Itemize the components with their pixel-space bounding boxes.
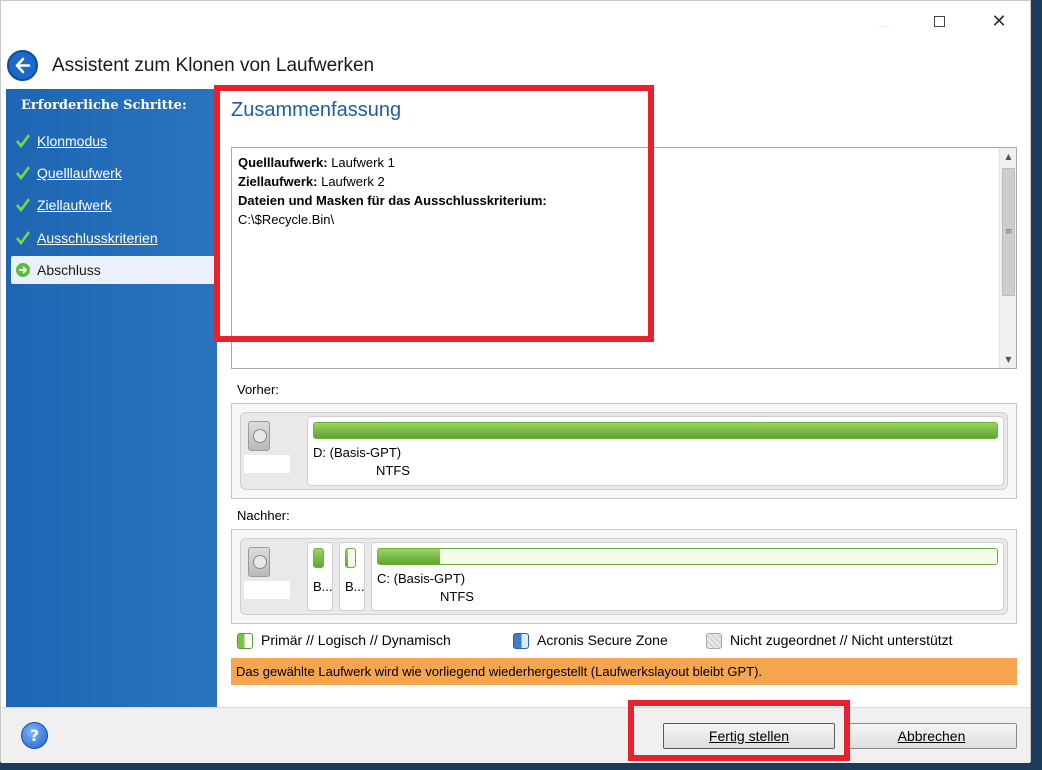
checkmark-icon xyxy=(15,166,31,181)
usage-bar xyxy=(313,422,998,439)
usage-fill xyxy=(378,549,440,564)
legend-secure-zone: Acronis Secure Zone xyxy=(537,632,668,648)
main-content: Zusammenfassung Quelllaufwerk: Laufwerk … xyxy=(217,89,1023,707)
usage-fill xyxy=(314,423,997,438)
after-disk-panel: B... B... C: (Basis-GPT) NTFS xyxy=(231,529,1017,624)
exclusions-value: C:\$Recycle.Bin\ xyxy=(238,212,335,227)
before-disk[interactable]: D: (Basis-GPT) NTFS xyxy=(240,412,1008,490)
close-button[interactable]: ✕ xyxy=(976,11,1022,35)
sidebar-item-label: Klonmodus xyxy=(37,133,108,149)
partition-label: C: (Basis-GPT) xyxy=(377,571,466,586)
usage-bar xyxy=(377,548,998,565)
after-partition-b1[interactable]: B... xyxy=(307,542,333,611)
scroll-up-icon[interactable]: ▲ xyxy=(1000,148,1017,165)
sidebar-item-ausschlusskriterien[interactable]: Ausschlusskriterien xyxy=(6,224,217,252)
help-button[interactable]: ? xyxy=(21,722,48,749)
sidebar-item-label: Ziellaufwerk xyxy=(37,197,112,213)
window-title: Assistent zum Klonen von Laufwerken xyxy=(52,55,375,76)
cancel-button[interactable]: Abbrechen xyxy=(846,723,1017,749)
source-label: Quelllaufwerk: xyxy=(238,155,328,170)
status-message: Das gewählte Laufwerk wird wie vorliegen… xyxy=(236,664,763,679)
primary-swatch-icon xyxy=(237,633,253,649)
cancel-button-label: Abbrechen xyxy=(897,728,966,744)
target-value: Laufwerk 2 xyxy=(321,174,385,189)
after-disk[interactable]: B... B... C: (Basis-GPT) NTFS xyxy=(240,538,1008,615)
back-arrow-icon xyxy=(15,57,31,74)
partition-label: B... xyxy=(345,579,365,594)
partition-label: B... xyxy=(313,579,333,594)
close-icon: ✕ xyxy=(991,11,1007,32)
grip-icon: ≡ xyxy=(1005,227,1013,237)
exclusions-label: Dateien und Masken für das Ausschlusskri… xyxy=(238,193,547,208)
current-step-arrow-icon xyxy=(16,263,30,277)
sidebar-item-ziellaufwerk[interactable]: Ziellaufwerk xyxy=(6,191,217,219)
summary-scrollbar[interactable]: ▲ ≡ ▼ xyxy=(999,148,1016,368)
scroll-thumb[interactable]: ≡ xyxy=(1002,168,1015,296)
disk-name xyxy=(244,581,290,599)
disk-name xyxy=(244,455,290,473)
legend: Primär // Logisch // Dynamisch Acronis S… xyxy=(231,627,1017,655)
checkmark-icon xyxy=(15,231,31,246)
checkmark-icon xyxy=(15,134,31,149)
footer-bar: ? Fertig stellen Abbrechen xyxy=(1,707,1030,763)
sidebar-item-label: Abschluss xyxy=(37,262,101,278)
partition-fs: NTFS xyxy=(376,463,410,478)
target-label: Ziellaufwerk: xyxy=(238,174,318,189)
usage-fill xyxy=(346,549,348,567)
legend-primary: Primär // Logisch // Dynamisch xyxy=(261,632,451,648)
sidebar-item-quelllaufwerk[interactable]: Quelllaufwerk xyxy=(6,159,217,187)
before-disk-panel: D: (Basis-GPT) NTFS xyxy=(231,403,1017,499)
section-title: Zusammenfassung xyxy=(231,99,402,121)
maximize-icon xyxy=(933,16,945,27)
scroll-down-icon[interactable]: ▼ xyxy=(1000,351,1017,368)
finish-button-label: Fertig stellen xyxy=(708,728,790,744)
title-bar: ✕ xyxy=(1,1,1030,45)
legend-unallocated: Nicht zugeordnet // Nicht unterstützt xyxy=(730,632,953,648)
unallocated-swatch-icon xyxy=(706,633,722,649)
usage-bar xyxy=(313,548,324,568)
minimize-icon xyxy=(877,26,889,27)
finish-button[interactable]: Fertig stellen xyxy=(663,723,835,749)
after-partition-c[interactable]: C: (Basis-GPT) NTFS xyxy=(371,542,1004,611)
back-button[interactable] xyxy=(7,50,38,81)
wizard-header: Assistent zum Klonen von Laufwerken xyxy=(1,45,1030,87)
clone-wizard-window: ✕ Assistent zum Klonen von Laufwerken Er… xyxy=(0,0,1031,763)
hard-disk-icon xyxy=(248,421,270,451)
minimize-button[interactable] xyxy=(860,11,906,35)
secure-zone-swatch-icon xyxy=(513,633,529,649)
summary-text: Quelllaufwerk: Laufwerk 1 Ziellaufwerk: … xyxy=(238,153,547,229)
partition-fs: NTFS xyxy=(440,589,474,604)
partition-label: D: (Basis-GPT) xyxy=(313,445,402,460)
summary-box[interactable]: Quelllaufwerk: Laufwerk 1 Ziellaufwerk: … xyxy=(231,147,1017,369)
sidebar-item-klonmodus[interactable]: Klonmodus xyxy=(6,127,217,155)
after-label: Nachher: xyxy=(237,508,290,523)
steps-sidebar: Erforderliche Schritte: Klonmodus Quelll… xyxy=(6,89,217,707)
steps-heading: Erforderliche Schritte: xyxy=(21,98,187,113)
usage-fill xyxy=(314,549,323,567)
usage-bar xyxy=(345,548,356,568)
sidebar-item-abschluss[interactable]: Abschluss xyxy=(11,256,217,284)
maximize-button[interactable] xyxy=(916,11,962,35)
before-partition-d[interactable]: D: (Basis-GPT) NTFS xyxy=(307,416,1004,486)
hard-disk-icon xyxy=(248,547,270,577)
help-icon: ? xyxy=(29,726,40,745)
source-value: Laufwerk 1 xyxy=(331,155,395,170)
checkmark-icon xyxy=(15,198,31,213)
sidebar-item-label: Quelllaufwerk xyxy=(37,165,122,181)
after-partition-b2[interactable]: B... xyxy=(339,542,365,611)
status-bar: Das gewählte Laufwerk wird wie vorliegen… xyxy=(231,658,1017,685)
before-label: Vorher: xyxy=(237,382,279,397)
sidebar-item-label: Ausschlusskriterien xyxy=(37,230,158,246)
